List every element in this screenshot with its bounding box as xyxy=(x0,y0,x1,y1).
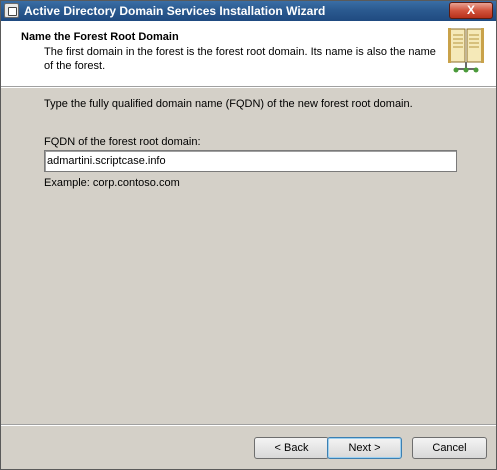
fqdn-input[interactable] xyxy=(44,150,457,172)
instruction-text: Type the fully qualified domain name (FQ… xyxy=(44,98,413,110)
fqdn-label: FQDN of the forest root domain: xyxy=(44,136,201,148)
back-button[interactable]: < Back xyxy=(254,437,329,459)
example-text: Example: corp.contoso.com xyxy=(44,177,180,189)
title-bar[interactable]: Active Directory Domain Services Install… xyxy=(1,1,496,21)
cancel-button[interactable]: Cancel xyxy=(412,437,487,459)
page-description: The first domain in the forest is the fo… xyxy=(44,46,436,72)
app-icon xyxy=(4,3,19,18)
wizard-window: Active Directory Domain Services Install… xyxy=(0,0,497,470)
next-button[interactable]: Next > xyxy=(327,437,402,459)
footer-divider xyxy=(1,424,496,426)
wizard-header: Name the Forest Root Domain The first do… xyxy=(1,21,496,86)
header-divider xyxy=(1,86,496,88)
book-icon xyxy=(448,28,484,73)
page-title: Name the Forest Root Domain xyxy=(21,31,179,43)
window-title: Active Directory Domain Services Install… xyxy=(24,4,326,18)
close-button[interactable]: X xyxy=(449,2,493,19)
